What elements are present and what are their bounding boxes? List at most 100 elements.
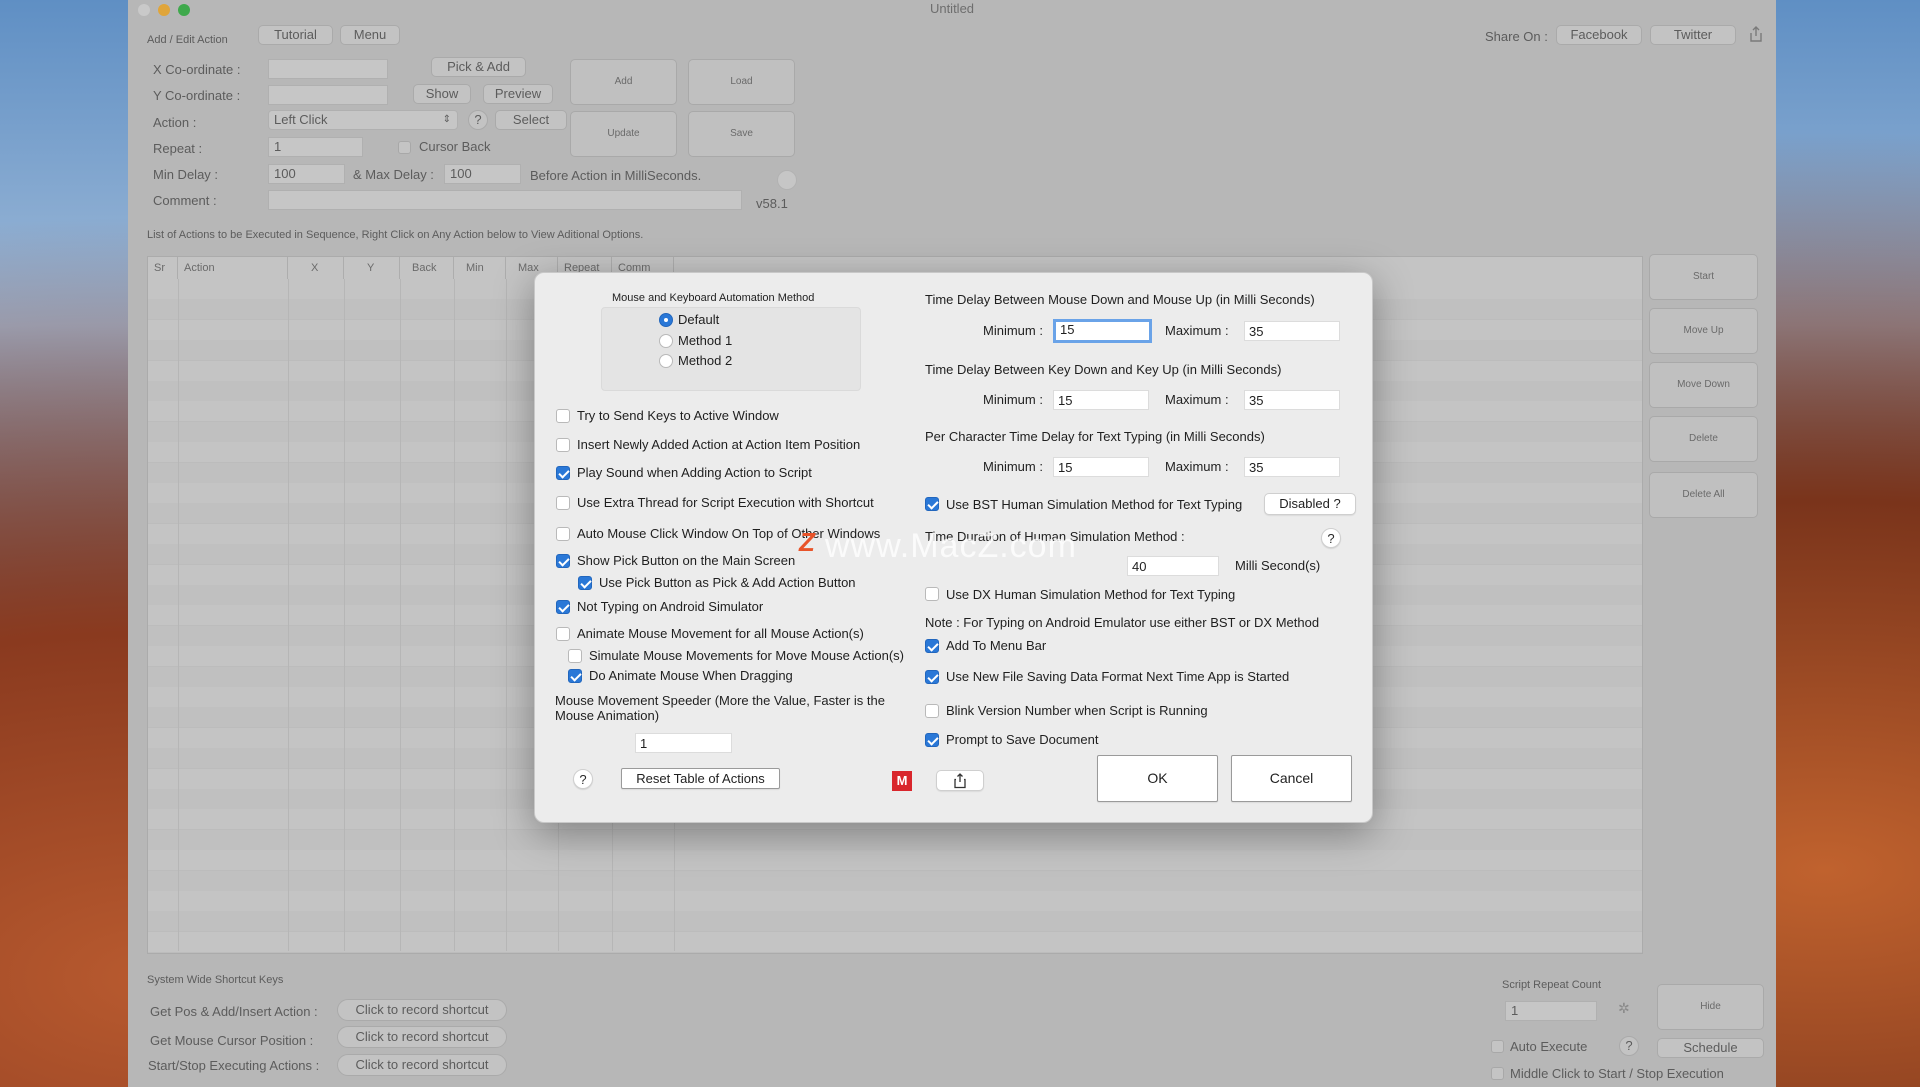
save-button[interactable]: Save bbox=[688, 111, 795, 157]
min-delay-input[interactable]: 100 bbox=[268, 164, 345, 184]
x-coordinate-input[interactable] bbox=[268, 59, 388, 79]
col-min[interactable]: Min bbox=[454, 257, 506, 279]
duration-help-button[interactable]: ? bbox=[1321, 528, 1341, 548]
key-min-input[interactable]: 15 bbox=[1053, 390, 1149, 410]
table-row[interactable] bbox=[148, 891, 1642, 912]
left-option-label: Use Extra Thread for Script Execution wi… bbox=[577, 495, 874, 510]
mouse-max-input[interactable]: 35 bbox=[1244, 321, 1340, 341]
mouse-min-input[interactable]: 15 bbox=[1053, 319, 1152, 343]
zoom-window-button[interactable] bbox=[178, 4, 190, 16]
start-button[interactable]: Start bbox=[1649, 254, 1758, 300]
delete-all-button[interactable]: Delete All bbox=[1649, 472, 1758, 518]
col-back[interactable]: Back bbox=[400, 257, 454, 279]
cancel-button[interactable]: Cancel bbox=[1231, 755, 1352, 802]
dialog-share-button[interactable] bbox=[936, 770, 984, 791]
left-option-checkbox-7[interactable] bbox=[578, 576, 592, 590]
duration-input[interactable]: 40 bbox=[1127, 556, 1219, 576]
method-radio-1[interactable] bbox=[659, 313, 673, 327]
left-option-checkbox-4[interactable] bbox=[556, 496, 570, 510]
table-row[interactable] bbox=[148, 911, 1642, 933]
cursor-back-checkbox[interactable] bbox=[398, 141, 411, 154]
table-row[interactable] bbox=[148, 931, 1642, 953]
version-label: v58.1 bbox=[756, 196, 788, 211]
preview-button[interactable]: Preview bbox=[483, 84, 553, 104]
twitter-button[interactable]: Twitter bbox=[1650, 25, 1736, 45]
char-min-input[interactable]: 15 bbox=[1053, 457, 1149, 477]
method-title: Mouse and Keyboard Automation Method bbox=[612, 292, 815, 304]
table-row[interactable] bbox=[148, 829, 1642, 851]
close-window-button[interactable] bbox=[138, 4, 150, 16]
table-row[interactable] bbox=[148, 870, 1642, 892]
left-option-checkbox-3[interactable] bbox=[556, 466, 570, 480]
disabled-button[interactable]: Disabled ? bbox=[1264, 493, 1356, 515]
record-shortcut-get-pos-button[interactable]: Click to record shortcut bbox=[337, 999, 507, 1021]
dialog-help-button[interactable]: ? bbox=[573, 769, 593, 789]
schedule-button[interactable]: Schedule bbox=[1657, 1038, 1764, 1058]
left-option-checkbox-10[interactable] bbox=[568, 649, 582, 663]
load-button[interactable]: Load bbox=[688, 59, 795, 105]
right-option-checkbox-3[interactable] bbox=[925, 704, 939, 718]
right-option-checkbox-4[interactable] bbox=[925, 733, 939, 747]
auto-execute-checkbox[interactable] bbox=[1491, 1040, 1504, 1053]
mouse-max-label: Maximum : bbox=[1165, 323, 1229, 338]
auto-execute-help-button[interactable]: ? bbox=[1619, 1036, 1639, 1056]
method-radio-2[interactable] bbox=[659, 334, 673, 348]
col-x[interactable]: X bbox=[288, 257, 344, 279]
left-option-checkbox-8[interactable] bbox=[556, 600, 570, 614]
show-button[interactable]: Show bbox=[413, 84, 471, 104]
menu-button[interactable]: Menu bbox=[340, 25, 400, 45]
left-option-checkbox-6[interactable] bbox=[556, 554, 570, 568]
comment-input[interactable] bbox=[268, 190, 742, 210]
reset-table-button[interactable]: Reset Table of Actions bbox=[621, 768, 780, 789]
speeder-input[interactable]: 1 bbox=[635, 733, 732, 753]
bst-simulation-checkbox[interactable] bbox=[925, 497, 939, 511]
column-divider bbox=[400, 279, 401, 951]
android-note: Note : For Typing on Android Emulator us… bbox=[925, 615, 1320, 630]
column-divider bbox=[288, 279, 289, 951]
left-option-label: Do Animate Mouse When Dragging bbox=[589, 668, 793, 683]
left-option-checkbox-9[interactable] bbox=[556, 627, 570, 641]
min-delay-label: Min Delay : bbox=[153, 167, 219, 182]
left-option-label: Try to Send Keys to Active Window bbox=[577, 408, 779, 423]
share-icon[interactable] bbox=[1748, 25, 1764, 43]
max-delay-input[interactable]: 100 bbox=[444, 164, 521, 184]
minimize-window-button[interactable] bbox=[158, 4, 170, 16]
right-option-checkbox-2[interactable] bbox=[925, 670, 939, 684]
m-badge-icon[interactable]: M bbox=[892, 771, 912, 791]
hide-button[interactable]: Hide bbox=[1657, 984, 1764, 1030]
record-shortcut-cursor-pos-button[interactable]: Click to record shortcut bbox=[337, 1026, 507, 1048]
middle-click-checkbox[interactable] bbox=[1491, 1067, 1504, 1080]
col-y[interactable]: Y bbox=[344, 257, 400, 279]
method-radio-3[interactable] bbox=[659, 354, 673, 368]
script-repeat-count-input[interactable]: 1 bbox=[1505, 1001, 1597, 1021]
left-option-checkbox-11[interactable] bbox=[568, 669, 582, 683]
action-select[interactable]: Left Click ⇕ bbox=[268, 110, 458, 130]
left-option-checkbox-5[interactable] bbox=[556, 527, 570, 541]
left-option-label: Use Pick Button as Pick & Add Action But… bbox=[599, 575, 856, 590]
table-row[interactable] bbox=[148, 850, 1642, 872]
update-button[interactable]: Update bbox=[570, 111, 677, 157]
col-sr[interactable]: Sr bbox=[148, 257, 178, 279]
right-option-checkbox-1[interactable] bbox=[925, 639, 939, 653]
move-up-button[interactable]: Move Up bbox=[1649, 308, 1758, 354]
col-action[interactable]: Action bbox=[178, 257, 288, 279]
dx-simulation-checkbox[interactable] bbox=[925, 587, 939, 601]
ok-button[interactable]: OK bbox=[1097, 755, 1218, 802]
y-coordinate-input[interactable] bbox=[268, 85, 388, 105]
delete-button[interactable]: Delete bbox=[1649, 416, 1758, 462]
action-help-button[interactable]: ? bbox=[468, 110, 488, 130]
share-on-label: Share On : bbox=[1485, 29, 1548, 44]
pick-add-button[interactable]: Pick & Add bbox=[431, 57, 526, 77]
share-icon bbox=[954, 773, 966, 789]
record-shortcut-start-stop-button[interactable]: Click to record shortcut bbox=[337, 1054, 507, 1076]
repeat-input[interactable]: 1 bbox=[268, 137, 363, 157]
select-button[interactable]: Select bbox=[495, 110, 567, 130]
left-option-checkbox-2[interactable] bbox=[556, 438, 570, 452]
left-option-checkbox-1[interactable] bbox=[556, 409, 570, 423]
tutorial-button[interactable]: Tutorial bbox=[258, 25, 333, 45]
facebook-button[interactable]: Facebook bbox=[1556, 25, 1642, 45]
move-down-button[interactable]: Move Down bbox=[1649, 362, 1758, 408]
char-max-input[interactable]: 35 bbox=[1244, 457, 1340, 477]
add-button[interactable]: Add bbox=[570, 59, 677, 105]
key-max-input[interactable]: 35 bbox=[1244, 390, 1340, 410]
